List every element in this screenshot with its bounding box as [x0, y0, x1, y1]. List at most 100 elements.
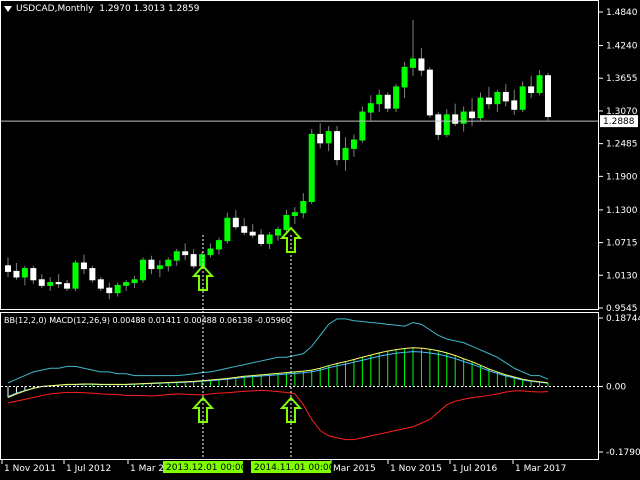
indicator-header: BB(12,2,0) MACD(12,26,9) 0.00488 0.01411…	[4, 316, 291, 325]
candle	[148, 255, 155, 275]
candle	[21, 265, 28, 286]
candle-body	[249, 231, 256, 236]
candle-body	[232, 217, 239, 228]
current-price-label: 1.2888	[603, 117, 635, 127]
candle	[64, 279, 71, 291]
candle	[5, 257, 11, 277]
price-tick-label: 1.2485	[606, 140, 638, 150]
candle	[426, 67, 433, 118]
candle-body	[418, 58, 425, 71]
candle-body	[426, 69, 433, 116]
price-tick-label: 1.0715	[606, 239, 638, 249]
macd-signal-line	[7, 347, 549, 398]
candle-body	[325, 131, 332, 144]
candle-body	[55, 282, 62, 285]
up-arrow-icon[interactable]	[191, 264, 215, 291]
candle-body	[342, 147, 349, 161]
candle-body	[300, 201, 307, 214]
candle-body	[393, 86, 400, 109]
price-tick-label: 1.0130	[606, 271, 638, 281]
candle	[308, 128, 315, 205]
candle-body	[443, 114, 450, 135]
candle-body	[485, 97, 492, 105]
candle	[156, 260, 163, 277]
candle-body	[350, 139, 357, 149]
price-tick-label: 1.4840	[606, 8, 638, 18]
candle	[241, 218, 248, 236]
candle	[410, 19, 416, 76]
candle	[182, 243, 189, 261]
candle	[30, 265, 37, 284]
candle	[190, 249, 197, 269]
candle-body	[291, 212, 298, 216]
candle	[207, 243, 214, 258]
candle	[140, 257, 146, 283]
candle	[367, 95, 374, 121]
candle-body	[30, 268, 37, 281]
candle-body	[528, 86, 535, 93]
candle	[224, 212, 231, 244]
candle-body	[283, 214, 290, 230]
candle	[89, 265, 96, 283]
candle	[350, 134, 357, 157]
price-pane-frame	[0, 0, 599, 310]
candle	[342, 137, 349, 171]
price-tick-label: 1.1300	[606, 206, 638, 216]
candle	[97, 276, 104, 291]
symbol-label: USDCAD,Monthly	[16, 4, 94, 14]
candle	[452, 103, 459, 127]
price-tick-label: 1.1900	[606, 172, 638, 182]
candle	[38, 274, 45, 289]
up-arrow-icon[interactable]	[191, 396, 215, 423]
chart-canvas[interactable]: 1.48401.42401.36551.30701.24851.19001.13…	[0, 0, 640, 480]
time-tick-label: 1 Nov 2011	[4, 464, 56, 474]
candle	[55, 274, 62, 289]
candle-body	[317, 133, 324, 144]
candle-body	[224, 217, 231, 242]
price-tick-label: 0.9545	[606, 304, 638, 314]
candle	[401, 61, 408, 99]
candle	[502, 84, 509, 107]
candle	[114, 282, 121, 297]
candle	[334, 126, 341, 166]
indicator-tick-label: 0.00	[606, 383, 626, 393]
candle	[528, 75, 535, 99]
price-tick-label: 1.4240	[606, 42, 638, 52]
candle-body	[156, 265, 163, 270]
candle	[275, 226, 281, 241]
candle-body	[494, 91, 501, 105]
candle-body	[359, 111, 366, 141]
candle-body	[266, 234, 273, 244]
candle	[283, 209, 290, 233]
indicator-tick-label: 0.18744	[606, 314, 640, 324]
candle	[477, 92, 484, 121]
candle-body	[469, 111, 476, 119]
candle-body	[502, 91, 509, 102]
candle-body	[80, 262, 87, 270]
time-tick-label: 1 Jul 2016	[452, 464, 497, 474]
candle-body	[5, 265, 11, 272]
candle	[418, 47, 425, 76]
candle	[519, 81, 526, 113]
candle-body	[511, 100, 518, 110]
dropdown-triangle-icon[interactable]	[4, 5, 12, 12]
indicator-pane-frame	[0, 312, 599, 460]
candle	[376, 89, 383, 113]
candle	[443, 109, 450, 138]
chart-header: USDCAD,Monthly 1.2970 1.3013 1.2859	[4, 4, 199, 14]
candle	[106, 282, 113, 300]
marker-date-label: 2014.11.01 00:00	[254, 463, 335, 473]
candle	[165, 257, 172, 272]
candle	[123, 279, 130, 291]
candle-body	[123, 282, 130, 286]
candle-body	[106, 287, 113, 294]
candle	[384, 92, 391, 113]
candle	[291, 207, 298, 224]
up-arrow-icon[interactable]	[279, 396, 303, 423]
candle	[317, 123, 324, 149]
candle	[131, 275, 138, 289]
time-tick-label: Mar 2015	[333, 464, 376, 474]
time-tick-label: 1 Mar 2	[130, 464, 164, 474]
candle	[485, 86, 492, 110]
candle-body	[199, 254, 206, 267]
